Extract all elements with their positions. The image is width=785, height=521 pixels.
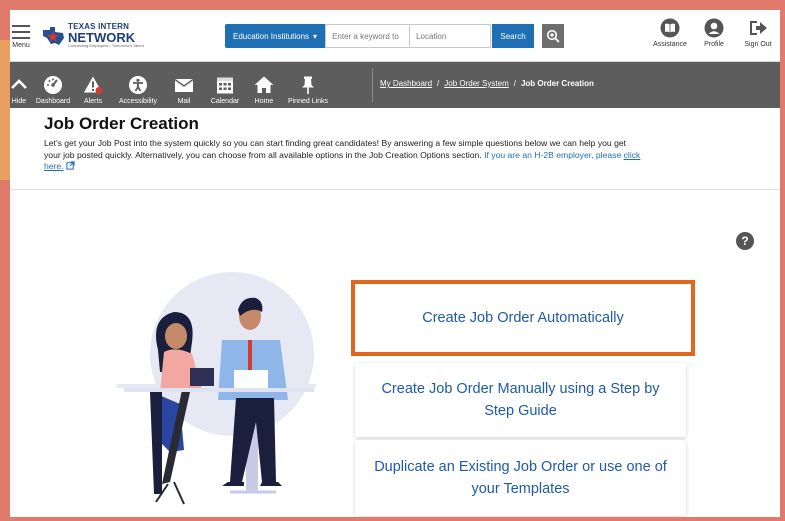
alert-icon <box>84 76 103 94</box>
nav-hide-label: Hide <box>11 98 27 105</box>
caret-down-icon: ▾ <box>313 31 318 41</box>
meeting-illustration <box>116 272 316 505</box>
logo[interactable]: TEXAS INTERN NETWORK Connecting Employer… <box>40 23 144 48</box>
nav-dashboard[interactable]: Dashboard <box>32 75 74 105</box>
top-right-actions: Assistance Profile Sign Out <box>648 18 780 48</box>
texas-star-icon <box>40 26 66 46</box>
sign-out-icon <box>750 21 767 35</box>
breadcrumb-current: Job Order Creation <box>520 79 594 88</box>
nav-mail-label: Mail <box>177 98 191 105</box>
nav-pinned-links-label: Pinned Links <box>287 98 329 105</box>
breadcrumb-separator: / <box>513 79 516 88</box>
nav-alerts[interactable]: Alerts <box>74 75 112 105</box>
assistance-label: Assistance <box>653 41 687 48</box>
top-header: Menu TEXAS INTERN NETWORK Connecting Emp… <box>10 10 780 62</box>
create-automatically-button[interactable]: Create Job Order Automatically <box>351 280 695 356</box>
nav-calendar-label: Calendar <box>210 98 240 105</box>
nav-home[interactable]: Home <box>246 75 282 105</box>
nav-alerts-label: Alerts <box>84 98 102 105</box>
search-group: Education Institutions ▾ Search <box>225 24 535 48</box>
create-manually-button[interactable]: Create Job Order Manually using a Step b… <box>355 363 686 437</box>
intro-section: Job Order Creation Let's get your Job Po… <box>10 108 780 190</box>
calendar-icon <box>217 77 233 94</box>
search-button[interactable]: Search <box>492 24 535 48</box>
nav-mail[interactable]: Mail <box>164 75 204 105</box>
location-input[interactable] <box>409 24 492 48</box>
logo-tagline: Connecting Employers • Tomorrow's Talent <box>68 43 144 48</box>
breadcrumb-job-order-system[interactable]: Job Order System <box>444 79 508 88</box>
duplicate-job-order-button[interactable]: Duplicate an Existing Job Order or use o… <box>355 440 686 516</box>
breadcrumb: My Dashboard / Job Order System / Job Or… <box>380 79 594 88</box>
nav-calendar[interactable]: Calendar <box>204 75 246 105</box>
institution-dropdown[interactable]: Education Institutions ▾ <box>225 24 326 48</box>
assistance-button[interactable]: Assistance <box>648 18 692 48</box>
sign-out-label: Sign Out <box>744 41 772 48</box>
sign-out-button[interactable]: Sign Out <box>736 18 780 48</box>
home-icon <box>254 76 274 93</box>
dashboard-icon <box>44 76 62 94</box>
keyword-input[interactable] <box>325 24 410 48</box>
menu-button[interactable]: Menu <box>10 23 36 49</box>
profile-label: Profile <box>704 41 724 48</box>
nav-pinned-links[interactable]: Pinned Links <box>282 75 334 105</box>
nav-home-label: Home <box>254 98 274 105</box>
help-icon[interactable]: ? <box>736 232 754 250</box>
chevron-up-icon <box>11 79 27 89</box>
app-window: Menu TEXAS INTERN NETWORK Connecting Emp… <box>10 10 780 517</box>
nav-hide[interactable]: Hide <box>10 75 32 105</box>
h2b-text: If you are an H-2B employer, please <box>484 149 622 160</box>
menu-label: Menu <box>12 41 30 49</box>
hamburger-icon <box>12 24 30 39</box>
user-icon <box>704 18 724 38</box>
external-link-icon[interactable] <box>66 161 75 170</box>
nav-dashboard-label: Dashboard <box>35 98 71 105</box>
page-title: Job Order Creation <box>44 114 199 133</box>
nav-accessibility-label: Accessibility <box>118 98 158 105</box>
breadcrumb-dashboard[interactable]: My Dashboard <box>380 79 432 88</box>
zoom-in-icon <box>546 29 560 43</box>
pin-icon <box>302 76 314 94</box>
institution-dropdown-label: Education Institutions <box>233 31 310 41</box>
breadcrumb-separator: / <box>437 79 440 88</box>
nav-divider <box>372 68 373 102</box>
nav-bar: Hide Dashboard Alerts Accessibility Mail… <box>10 62 780 108</box>
accessibility-icon <box>129 76 147 94</box>
book-icon <box>660 18 680 38</box>
mail-icon <box>174 78 194 92</box>
intro-text: Let's get your Job Post into the system … <box>44 138 644 173</box>
nav-accessibility[interactable]: Accessibility <box>112 75 164 105</box>
profile-button[interactable]: Profile <box>692 18 736 48</box>
zoom-button[interactable] <box>542 24 564 48</box>
